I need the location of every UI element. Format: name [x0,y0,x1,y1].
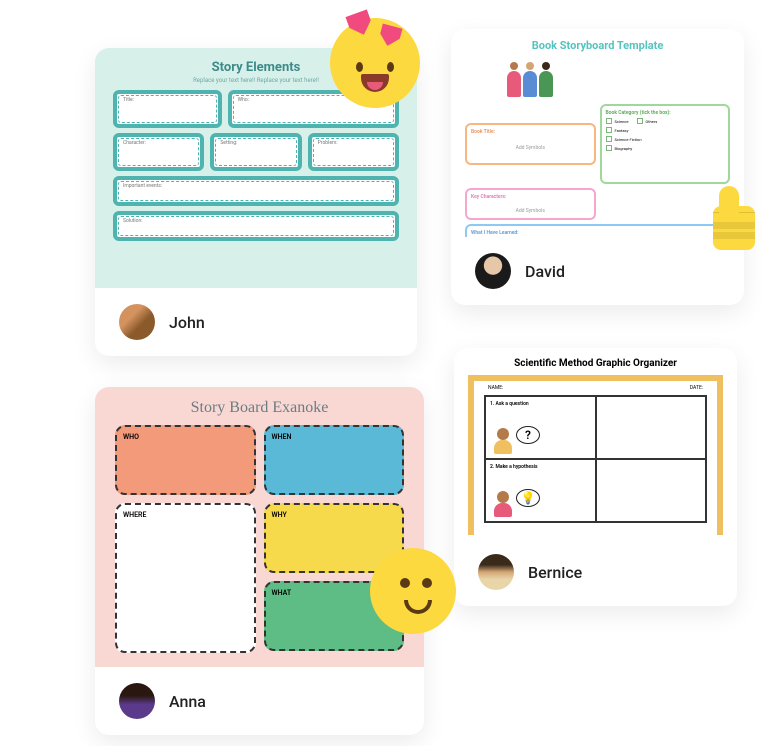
story-box: Title: [113,90,222,128]
author-row: Bernice [454,538,737,606]
template-thumbnail: Scientific Method Graphic Organizer NAME… [454,348,737,538]
author-name: John [169,313,205,332]
story-box: Problem: [308,133,399,171]
characters-box: Key Characters: Add Symbols [465,188,596,220]
story-box: Solution: [113,211,399,241]
author-row: John [95,288,417,356]
where-box: WHERE [115,503,256,653]
date-label: DATE: [690,385,703,391]
learned-box: What I Have Learned: Add Symbols ? [465,224,730,237]
story-box: Important events: [113,176,399,206]
avatar [475,253,511,289]
category-box: Book Category (tick the box): Science Ot… [600,104,731,184]
avatar [478,554,514,590]
template-thumbnail: Story Board Exanoke WHO WHEN WHERE WHY W… [95,387,424,667]
template-card-david[interactable]: Book Storyboard Template Book Title: Add… [451,29,744,305]
template-thumbnail: Book Storyboard Template Book Title: Add… [451,29,744,237]
story-box: Character: [113,133,204,171]
story-box: Setting: [210,133,301,171]
author-name: David [525,262,565,281]
who-box: WHO [115,425,256,495]
book-title-box: Book Title: Add Symbols [465,123,596,165]
template-card-bernice[interactable]: Scientific Method Graphic Organizer NAME… [454,348,737,606]
thumbs-up-emoji-icon [702,184,766,254]
step-cell: 1. Ask a question ? [485,396,596,459]
avatar [119,683,155,719]
thought-bubble-icon: ? [516,426,540,444]
when-box: WHEN [264,425,405,495]
name-label: NAME: [488,385,503,391]
thought-bubble-icon: 💡 [516,489,540,507]
step-cell [596,396,707,459]
author-name: Bernice [528,563,582,582]
step-cell [596,459,707,522]
template-card-anna[interactable]: Story Board Exanoke WHO WHEN WHERE WHY W… [95,387,424,735]
author-name: Anna [169,692,206,711]
template-title: Book Storyboard Template [465,39,730,52]
author-row: David [451,237,744,305]
author-row: Anna [95,667,424,735]
avatar [119,304,155,340]
smiley-emoji-icon [370,548,456,634]
template-title: Scientific Method Graphic Organizer [468,358,723,369]
template-title: Story Board Exanoke [115,399,404,417]
step-cell: 2. Make a hypothesis 💡 [485,459,596,522]
people-illustration [465,58,596,100]
heart-eyes-emoji-icon [330,18,420,108]
